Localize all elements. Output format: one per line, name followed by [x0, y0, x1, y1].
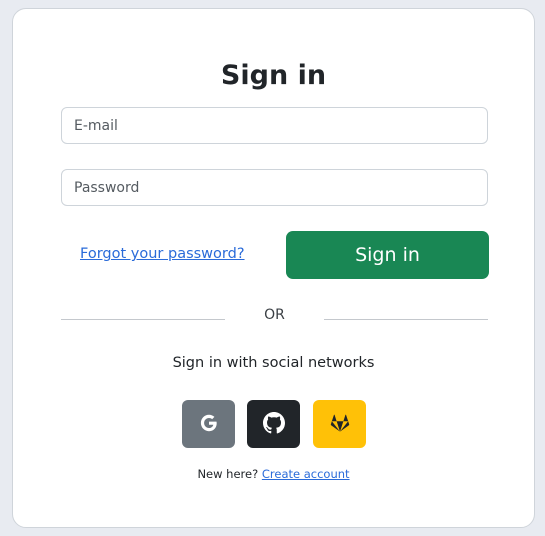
signup-prompt-text: New here?: [197, 467, 259, 481]
password-field[interactable]: [61, 169, 488, 206]
github-signin-button[interactable]: [247, 400, 300, 448]
divider-line-right: [324, 319, 488, 320]
signup-prompt: New here? Create account: [13, 467, 534, 481]
signin-button[interactable]: Sign in: [286, 231, 489, 279]
gitlab-signin-button[interactable]: [313, 400, 366, 448]
create-account-link[interactable]: Create account: [262, 467, 350, 481]
signin-card: Sign in Forgot your password? Sign in OR…: [12, 8, 535, 528]
forgot-password-link[interactable]: Forgot your password?: [80, 246, 245, 262]
email-field[interactable]: [61, 107, 488, 144]
or-divider-label: OR: [264, 307, 285, 323]
github-icon: [262, 411, 285, 437]
social-heading: Sign in with social networks: [172, 355, 375, 371]
google-icon: [198, 412, 220, 437]
page-title: Sign in: [220, 60, 327, 91]
google-signin-button[interactable]: [182, 400, 235, 448]
gitlab-icon: [329, 412, 351, 437]
divider-line-left: [61, 319, 225, 320]
